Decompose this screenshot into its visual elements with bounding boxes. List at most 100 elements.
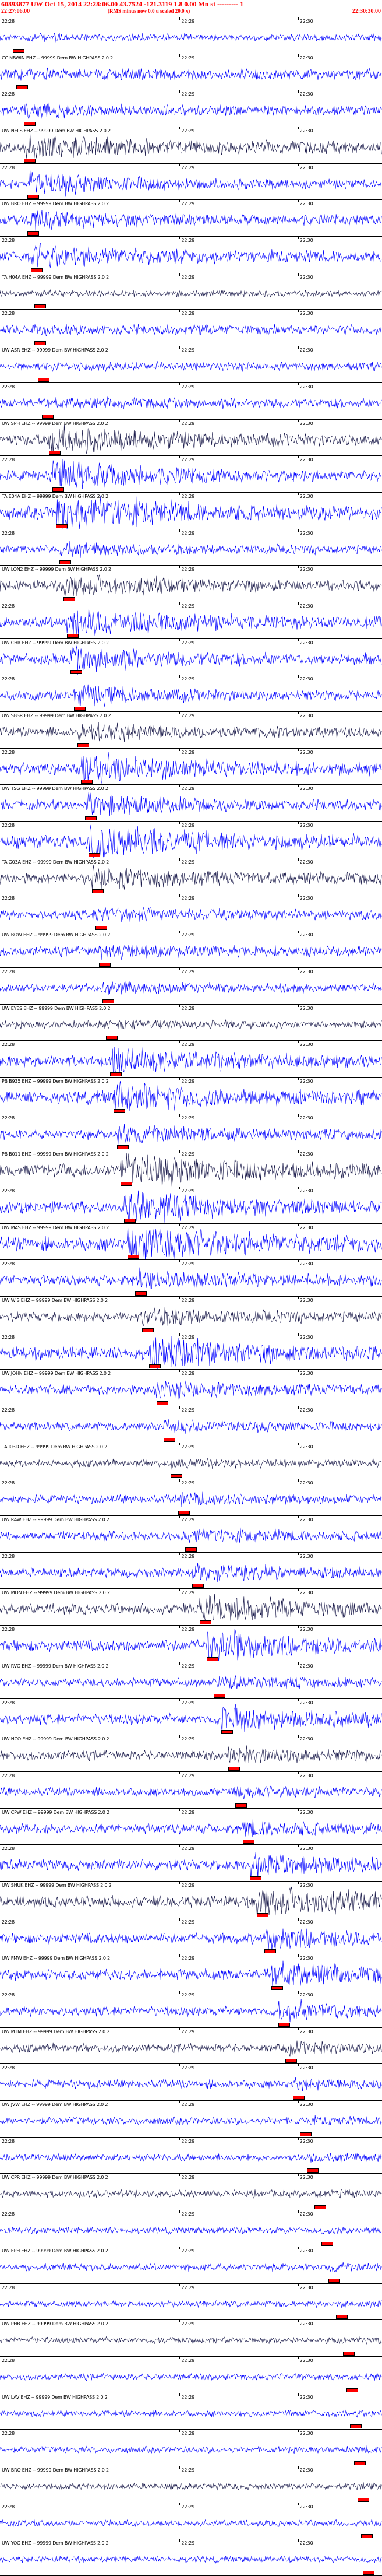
waveform-trace	[0, 210, 382, 231]
trace-panel: 22:29 22:30 22:28	[0, 967, 382, 1005]
channel-label: 22:28	[2, 19, 15, 24]
channel-label: 22:28	[2, 164, 15, 170]
phase-pick-marker	[350, 2424, 362, 2429]
waveform-trace	[0, 907, 382, 922]
time-label: 22:29	[181, 859, 195, 865]
trace-panel: 22:29 22:30 UW MON EHZ -- 99999 Dem BW HIG…	[0, 1589, 382, 1626]
channel-label: UW MON EHZ -- 99999 Dem BW HIGHPASS 2.0 …	[2, 1590, 110, 1596]
time-label: 22:30	[299, 19, 313, 24]
time-label: 22:29	[181, 55, 195, 61]
time-label: 22:29	[181, 92, 195, 97]
minute-tick	[179, 894, 181, 897]
minute-tick	[179, 1626, 181, 1629]
waveform-trace	[0, 824, 382, 858]
waveform-trace	[0, 685, 382, 708]
time-label: 22:29	[181, 2394, 195, 2400]
channel-label: UW CPR EHZ -- 99999 Dem BW HIGHPASS 2.0 …	[2, 2175, 108, 2181]
minute-tick	[179, 967, 181, 970]
phase-pick-marker	[34, 341, 47, 346]
minute-tick	[298, 894, 299, 897]
waveform-trace	[0, 2227, 382, 2235]
channel-label: 22:28	[2, 311, 15, 317]
trace-panel: 22:29 22:30 UW JVW EHZ -- 99999 Dem BW HIG…	[0, 2101, 382, 2138]
time-label: 22:29	[181, 1627, 195, 1633]
minute-tick	[179, 1187, 181, 1189]
minute-tick	[298, 2283, 299, 2286]
minute-tick	[298, 2320, 299, 2323]
time-label: 22:30	[299, 640, 313, 645]
channel-label: 22:28	[2, 1627, 15, 1633]
minute-tick	[179, 1589, 181, 1592]
trace-panel: 22:29 22:30 UW BOW EHZ -- 99999 Dem BW HIG…	[0, 931, 382, 968]
time-label: 22:29	[181, 2028, 195, 2034]
minute-tick	[179, 90, 181, 93]
time-label: 22:29	[181, 603, 195, 609]
time-label: 22:30	[299, 1846, 313, 1852]
minute-tick	[298, 1735, 299, 1738]
channel-label: UW BRO EHZ -- 99999 Dem BW HIGHPASS 2.0 …	[2, 201, 109, 207]
time-label: 22:29	[181, 530, 195, 536]
trace-panel: 22:29 22:30 22:28	[0, 1187, 382, 1224]
trace-panel: 22:29 22:30 UW BRO EHZ -- 99999 Dem BW HIG…	[0, 200, 382, 237]
waveform-trace	[0, 1380, 382, 1400]
waveform-trace	[0, 2299, 382, 2308]
channel-label: 22:28	[2, 1919, 15, 1925]
channel-label: UW PHB EHZ -- 99999 Dem BW HIGHPASS 2.0 …	[2, 2321, 108, 2327]
channel-label: 22:28	[2, 1188, 15, 1194]
time-label: 22:29	[181, 19, 195, 24]
phase-pick-marker	[142, 1328, 154, 1332]
trace-panel: 22:29 22:30 UW LAV EHZ -- 99999 Dem BW HIG…	[0, 2393, 382, 2430]
time-label: 22:29	[181, 2248, 195, 2254]
minute-tick	[179, 1954, 181, 1957]
minute-tick	[179, 1771, 181, 1774]
time-label: 22:29	[181, 2212, 195, 2217]
time-label: 22:30	[299, 2248, 313, 2254]
minute-tick	[298, 1881, 299, 1884]
waveform-trace	[0, 1336, 382, 1370]
time-label: 22:29	[181, 823, 195, 829]
trace-panel: 22:29 22:30 22:28	[0, 1626, 382, 1662]
waveform-trace	[0, 103, 382, 120]
time-label: 22:29	[181, 2102, 195, 2108]
minute-tick	[298, 2247, 299, 2249]
time-label: 22:29	[181, 1152, 195, 1157]
minute-tick	[298, 2137, 299, 2140]
time-label: 22:30	[299, 823, 313, 829]
minute-tick	[179, 2539, 181, 2542]
phase-pick-marker	[77, 743, 90, 747]
phase-pick-marker	[128, 1255, 140, 1259]
trace-panel: 22:29 22:30 22:28	[0, 2210, 382, 2247]
time-label: 22:29	[181, 1408, 195, 1413]
time-label: 22:29	[181, 1919, 195, 1925]
minute-tick	[179, 1991, 181, 1994]
time-label: 22:30	[299, 238, 313, 244]
channel-label: 22:28	[2, 603, 15, 609]
time-label: 22:30	[299, 1408, 313, 1413]
trace-panel: 22:29 22:30 TA G03A EHZ -- 99999 Dem BW HI…	[0, 858, 382, 895]
phase-pick-marker	[343, 2351, 355, 2356]
phase-pick-marker	[52, 487, 65, 492]
minute-tick	[298, 310, 299, 313]
minute-tick	[179, 1881, 181, 1884]
waveform-trace	[0, 1745, 382, 1764]
time-label: 22:29	[181, 1846, 195, 1852]
time-label: 22:29	[181, 2504, 195, 2510]
waveform-trace	[0, 574, 382, 597]
time-label: 22:30	[299, 1480, 313, 1486]
phase-pick-marker	[102, 999, 115, 1003]
trace-panel: 22:29 22:30 UW CPR EHZ -- 99999 Dem BW HIG…	[0, 2174, 382, 2211]
channel-label: 22:28	[2, 1992, 15, 1998]
minute-tick	[298, 382, 299, 385]
time-label: 22:29	[181, 201, 195, 207]
waveform-trace	[0, 981, 382, 995]
time-label: 22:30	[299, 1809, 313, 1815]
waveform-trace	[0, 945, 382, 960]
time-label: 22:30	[299, 2431, 313, 2437]
phase-pick-marker	[328, 2278, 341, 2283]
minute-tick	[179, 1516, 181, 1519]
minute-tick	[179, 1479, 181, 1482]
channel-label: UW EYES EHZ -- 99999 Dem BW HIGHPASS 2.0…	[2, 1005, 111, 1011]
time-label: 22:30	[299, 968, 313, 974]
channel-label: UW SHUK EHZ -- 99999 Dem BW HIGHPASS 2.0…	[2, 1882, 112, 1888]
phase-pick-marker	[228, 1766, 240, 1771]
